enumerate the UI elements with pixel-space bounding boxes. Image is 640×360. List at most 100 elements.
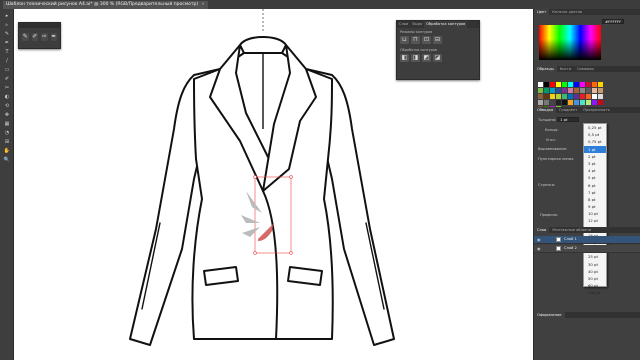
pathfinder-op-icon[interactable]: ◧ xyxy=(400,54,409,62)
swatch[interactable] xyxy=(562,100,567,105)
tool-button[interactable]: ✒ xyxy=(3,40,11,46)
weight-option[interactable]: 25 pt xyxy=(584,253,606,260)
weight-option[interactable]: 8 pt xyxy=(584,196,606,203)
swatch[interactable] xyxy=(598,94,603,99)
brush-icon[interactable]: ✑ xyxy=(41,33,48,41)
document-tab[interactable]: Шаблон технический рисунок А4.ai* @ 300 … xyxy=(3,1,208,9)
pathfinder-tab[interactable]: Слои xyxy=(397,21,410,28)
swatch[interactable] xyxy=(598,100,603,105)
swatch[interactable] xyxy=(586,88,591,93)
brush-floating-panel[interactable]: ✎ ✐ ✑ ✒ xyxy=(18,22,61,49)
swatch[interactable] xyxy=(592,100,597,105)
swatch[interactable] xyxy=(586,100,591,105)
swatch-panel-tab[interactable]: Образцы xyxy=(534,66,557,72)
tool-button[interactable]: ▹ xyxy=(3,22,11,28)
swatch[interactable] xyxy=(544,94,549,99)
tool-button[interactable]: ✋ xyxy=(3,148,11,154)
color-panel-tab[interactable]: Цвет xyxy=(534,9,550,15)
eye-icon[interactable]: ◉ xyxy=(537,246,541,251)
pathfinder-op-icon[interactable]: ◪ xyxy=(433,54,442,62)
layer-row[interactable]: ◉ Слой 1 xyxy=(534,236,640,244)
weight-option[interactable]: 9 pt xyxy=(584,203,606,210)
layers-tab[interactable]: Слои xyxy=(534,227,550,233)
stroke-panel-tab[interactable]: Градиент xyxy=(556,107,580,113)
swatch[interactable] xyxy=(544,100,549,105)
swatch[interactable] xyxy=(598,82,603,87)
tool-button[interactable]: ▭ xyxy=(3,67,11,73)
tool-button[interactable]: ▸ xyxy=(3,13,11,19)
tool-button[interactable]: ✂ xyxy=(3,85,11,91)
tool-button[interactable]: / xyxy=(3,58,11,64)
tool-button[interactable]: 🔍 xyxy=(3,157,11,163)
swatch[interactable] xyxy=(556,82,561,87)
weight-option[interactable]: 0,75 pt xyxy=(584,138,606,145)
weight-option[interactable]: 0,25 pt xyxy=(584,124,606,131)
shape-mode-icon[interactable]: ⊟ xyxy=(433,36,442,44)
swatch[interactable] xyxy=(580,88,585,93)
swatch[interactable] xyxy=(544,88,549,93)
swatch[interactable] xyxy=(574,94,579,99)
eye-icon[interactable]: ◉ xyxy=(537,237,541,242)
swatch[interactable] xyxy=(562,94,567,99)
tool-button[interactable]: ▦ xyxy=(3,121,11,127)
swatch[interactable] xyxy=(538,94,543,99)
weight-option[interactable]: 2 pt xyxy=(584,153,606,160)
color-spectrum[interactable] xyxy=(539,25,601,60)
swatch[interactable] xyxy=(568,100,573,105)
weight-option[interactable]: 3 pt xyxy=(584,160,606,167)
swatch[interactable] xyxy=(592,82,597,87)
pathfinder-op-icon[interactable]: ◨ xyxy=(411,54,420,62)
tool-button[interactable]: ✐ xyxy=(3,76,11,82)
swatch[interactable] xyxy=(580,100,585,105)
pathfinder-op-icon[interactable]: ◩ xyxy=(422,54,431,62)
swatch[interactable] xyxy=(568,82,573,87)
weight-option[interactable]: 100 pt xyxy=(584,289,606,296)
weight-option[interactable]: 7 pt xyxy=(584,189,606,196)
swatch[interactable] xyxy=(586,82,591,87)
swatch[interactable] xyxy=(562,88,567,93)
weight-option[interactable]: 60 pt xyxy=(584,282,606,289)
close-tab-icon[interactable]: × xyxy=(201,2,205,7)
swatch[interactable] xyxy=(556,94,561,99)
tool-button[interactable]: ◐ xyxy=(3,94,11,100)
swatch-panel-tab[interactable]: Кисти xyxy=(557,66,574,72)
hex-field[interactable]: #FFFFFF xyxy=(602,19,624,24)
weight-option[interactable]: 50 pt xyxy=(584,275,606,282)
layer-name[interactable]: Слой 1 xyxy=(564,237,577,241)
shape-mode-icon[interactable]: ⊓ xyxy=(411,36,420,44)
stroke-panel-tab[interactable]: Прозрачность xyxy=(580,107,612,113)
weight-option[interactable]: 12 pt xyxy=(584,217,606,224)
swatch[interactable] xyxy=(556,100,561,105)
swatch[interactable] xyxy=(568,94,573,99)
swatch[interactable] xyxy=(598,88,603,93)
stroke-panel-tab[interactable]: Обводка xyxy=(534,107,557,113)
swatch[interactable] xyxy=(574,82,579,87)
swatch[interactable] xyxy=(562,82,567,87)
brush-icon[interactable]: ✐ xyxy=(31,33,38,41)
weight-option[interactable]: 0,5 pt xyxy=(584,131,606,138)
appearance-tab[interactable]: Оформление xyxy=(534,312,565,318)
swatch[interactable] xyxy=(550,94,555,99)
swatch[interactable] xyxy=(568,88,573,93)
pathfinder-tab[interactable]: Обработка контуров xyxy=(424,21,468,28)
swatch[interactable] xyxy=(556,88,561,93)
weight-option[interactable]: 40 pt xyxy=(584,268,606,275)
shape-mode-icon[interactable]: ⊔ xyxy=(400,36,409,44)
swatch[interactable] xyxy=(592,94,597,99)
weight-input[interactable]: 1 pt xyxy=(557,117,579,122)
color-panel-tab[interactable]: Каталог цветов xyxy=(549,9,585,15)
layer-name[interactable]: Слой 2 xyxy=(564,246,577,250)
swatch[interactable] xyxy=(550,88,555,93)
shape-mode-icon[interactable]: ⊡ xyxy=(422,36,431,44)
tool-button[interactable]: ⟲ xyxy=(3,103,11,109)
swatch[interactable] xyxy=(538,100,543,105)
swatch[interactable] xyxy=(538,88,543,93)
pathfinder-tab[interactable]: Выра xyxy=(410,21,424,28)
tool-button[interactable]: T xyxy=(3,49,11,55)
swatch[interactable] xyxy=(574,100,579,105)
layers-tab[interactable]: Монтажные области xyxy=(549,227,594,233)
pathfinder-panel[interactable]: Слои Выра Обработка контуров Режимы контур… xyxy=(396,20,480,80)
layer-row[interactable]: ◉ Слой 2 xyxy=(534,245,640,253)
swatch[interactable] xyxy=(550,100,555,105)
swatch[interactable] xyxy=(586,94,591,99)
